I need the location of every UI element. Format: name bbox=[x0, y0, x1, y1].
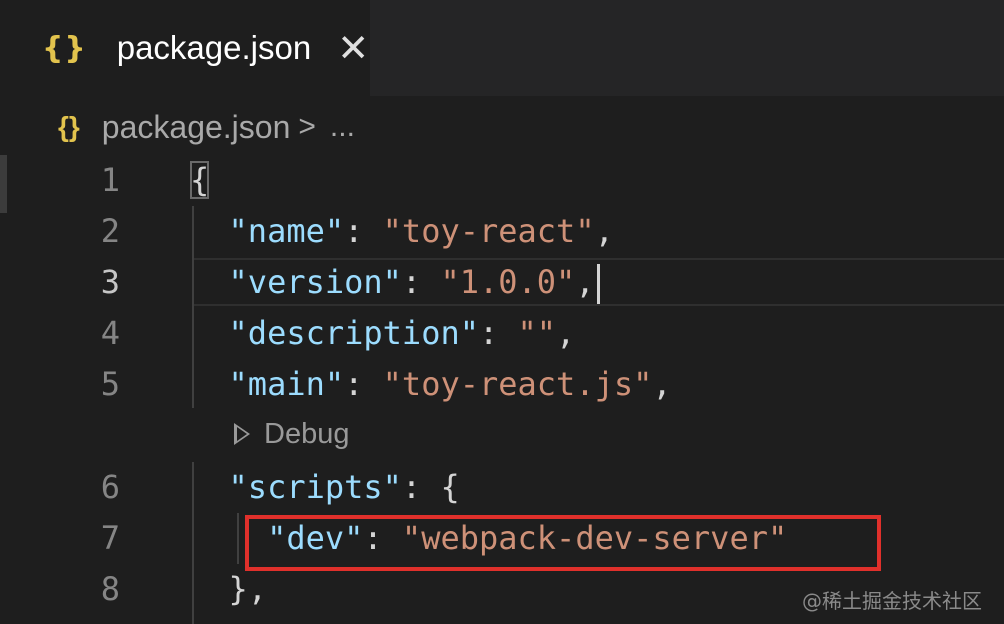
line-number: 3 bbox=[100, 263, 120, 301]
punctuation: : bbox=[478, 314, 518, 352]
codelens-label: Debug bbox=[264, 417, 350, 450]
line-code: "name": "toy-react", bbox=[190, 206, 614, 257]
text-cursor bbox=[596, 264, 600, 304]
code-line[interactable]: 6 "scripts": { bbox=[0, 462, 1004, 513]
indent-guide bbox=[237, 513, 239, 564]
json-string: "1.0.0" bbox=[440, 263, 576, 301]
indent-guide bbox=[192, 462, 194, 624]
line-number: 8 bbox=[100, 570, 120, 608]
watermark: @稀土掘金技术社区 bbox=[802, 589, 982, 613]
json-key: "description" bbox=[190, 314, 479, 352]
line-code: "scripts": { bbox=[190, 462, 460, 513]
json-key: "main" bbox=[190, 365, 345, 403]
highlight-box bbox=[245, 515, 881, 571]
json-string: "" bbox=[517, 314, 557, 352]
punctuation: : bbox=[401, 263, 441, 301]
line-number: 1 bbox=[100, 161, 120, 199]
breadcrumb: {} package.json > ... bbox=[0, 96, 1004, 158]
punctuation: : bbox=[344, 365, 383, 403]
breadcrumb-more[interactable]: ... bbox=[330, 110, 355, 144]
code-line[interactable]: 1{ bbox=[0, 155, 1004, 206]
json-file-icon: {} bbox=[58, 111, 80, 142]
json-key: "scripts" bbox=[190, 468, 402, 506]
line-number: 6 bbox=[100, 468, 120, 506]
json-string: "toy-react.js" bbox=[382, 365, 653, 403]
indent-guide bbox=[192, 206, 194, 408]
line-number: 2 bbox=[100, 212, 120, 250]
json-key: "version" bbox=[190, 263, 402, 301]
tab-bar: {} package.json ✕ bbox=[0, 0, 1004, 96]
punctuation: , bbox=[556, 314, 576, 352]
line-number: 7 bbox=[100, 519, 120, 557]
debug-codelens[interactable]: Debug bbox=[234, 412, 350, 456]
punctuation: : bbox=[344, 212, 383, 250]
json-file-icon: {} bbox=[42, 30, 87, 66]
code-line[interactable]: 5 "main": "toy-react.js", bbox=[0, 359, 1004, 410]
tab-package-json[interactable]: {} package.json ✕ bbox=[0, 0, 370, 96]
line-code: }, bbox=[190, 564, 268, 615]
breadcrumb-file[interactable]: package.json bbox=[102, 109, 291, 146]
json-key: "name" bbox=[190, 212, 345, 250]
punctuation: : { bbox=[401, 468, 460, 506]
line-number: 4 bbox=[100, 314, 120, 352]
line-code: "description": "", bbox=[190, 308, 576, 359]
line-number: 5 bbox=[100, 365, 120, 403]
punctuation: { bbox=[190, 161, 210, 199]
json-string: "toy-react" bbox=[382, 212, 595, 250]
punctuation: , bbox=[652, 365, 672, 403]
tab-label: package.json bbox=[116, 29, 312, 66]
code-line[interactable]: 4 "description": "", bbox=[0, 308, 1004, 359]
chevron-right-icon: > bbox=[298, 110, 316, 143]
line-code: { bbox=[190, 155, 210, 206]
line-code: "version": "1.0.0", bbox=[190, 257, 600, 308]
punctuation: }, bbox=[190, 570, 268, 608]
close-icon[interactable]: ✕ bbox=[337, 29, 369, 67]
punctuation: , bbox=[594, 212, 614, 250]
line-code: "main": "toy-react.js", bbox=[190, 359, 672, 410]
punctuation: , bbox=[575, 263, 595, 301]
play-icon bbox=[234, 423, 252, 445]
code-line[interactable]: 3 "version": "1.0.0", bbox=[0, 257, 1004, 308]
code-line[interactable]: 2 "name": "toy-react", bbox=[0, 206, 1004, 257]
